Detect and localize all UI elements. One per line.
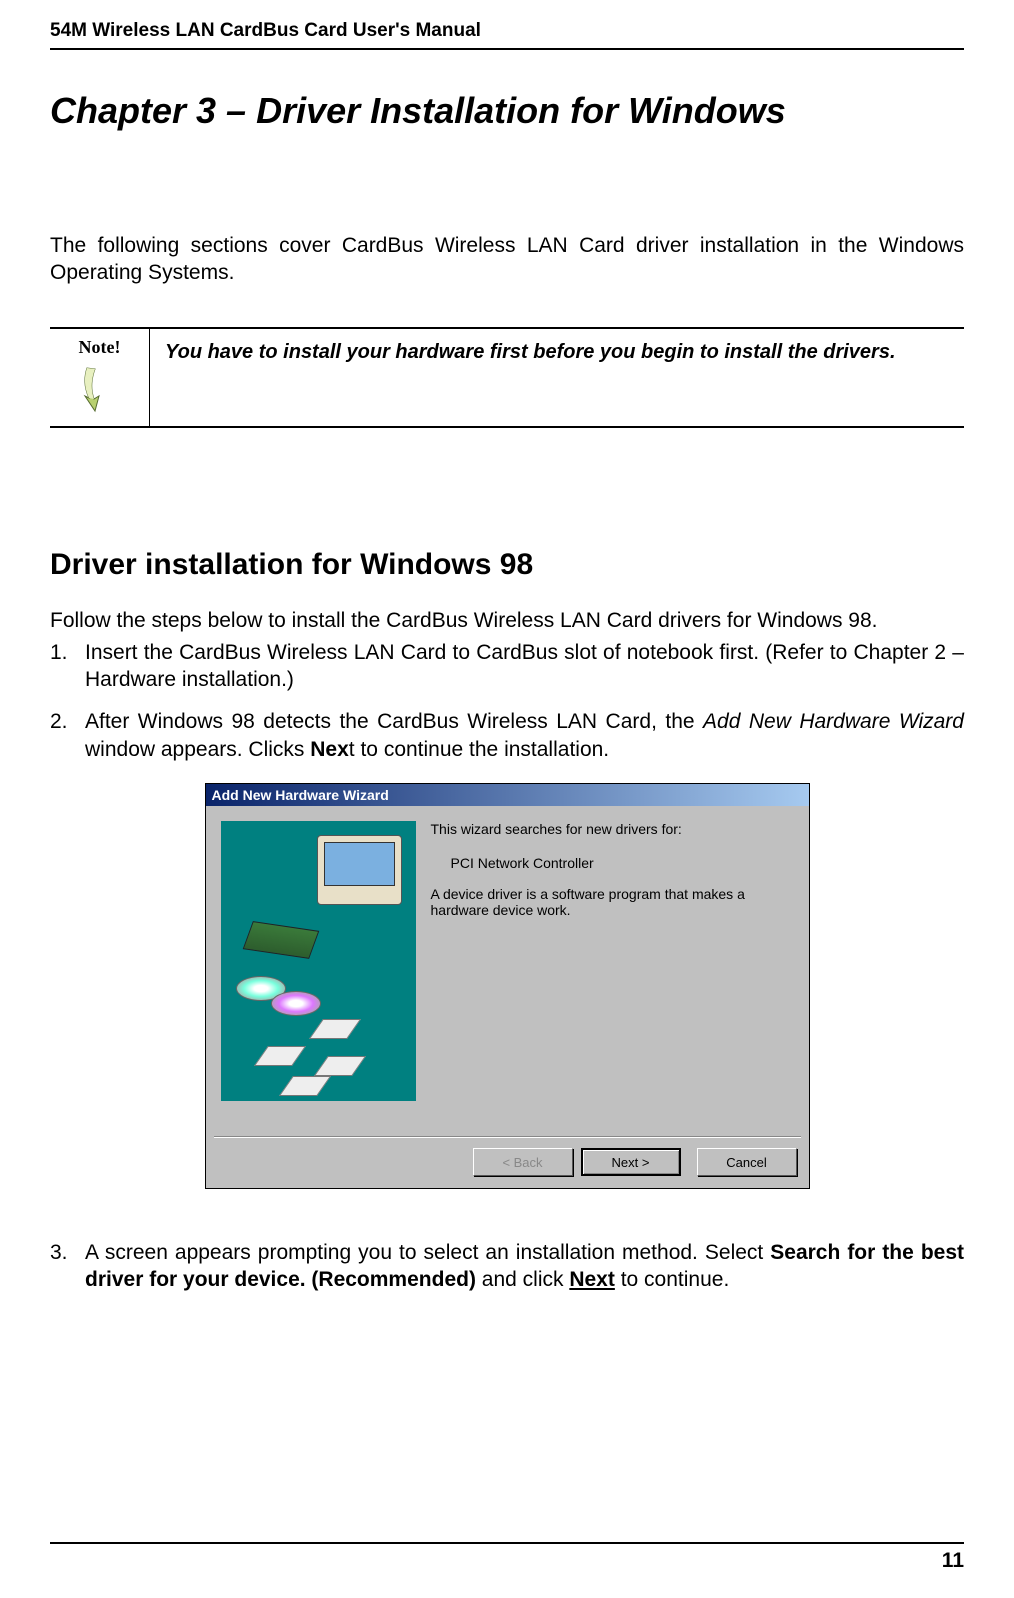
pci-card-icon	[242, 921, 319, 959]
note-arrow-icon	[77, 363, 122, 418]
header-title: 54M Wireless LAN CardBus Card User's Man…	[50, 20, 481, 41]
chapter-title: Chapter 3 – Driver Installation for Wind…	[50, 90, 964, 132]
floppy-icon	[313, 1056, 365, 1076]
step-text: Insert the CardBus Wireless LAN Card to …	[85, 639, 964, 694]
note-left-cell: Note!	[50, 329, 150, 426]
wizard-body: This wizard searches for new drivers for…	[206, 806, 809, 1136]
step-text: After Windows 98 detects the CardBus Wir…	[85, 708, 964, 763]
step-list-continued: 3. A screen appears prompting you to sel…	[50, 1239, 964, 1294]
wizard-line2: A device driver is a software program th…	[431, 886, 794, 918]
step-number: 1.	[50, 639, 85, 694]
wizard-graphic	[221, 821, 416, 1101]
chapter-intro: The following sections cover CardBus Wir…	[50, 232, 964, 287]
floppy-icon	[253, 1046, 305, 1066]
wizard-screenshot: Add New Hardware Wizard This wizard sear…	[50, 783, 964, 1189]
monitor-icon	[317, 835, 402, 905]
wizard-device-name: PCI Network Controller	[451, 855, 794, 871]
section-title: Driver installation for Windows 98	[50, 548, 964, 582]
cd-icon	[271, 991, 321, 1016]
back-button[interactable]: < Back	[473, 1148, 573, 1176]
step-1: 1. Insert the CardBus Wireless LAN Card …	[50, 639, 964, 694]
step-3: 3. A screen appears prompting you to sel…	[50, 1239, 964, 1294]
step-number: 3.	[50, 1239, 85, 1294]
step-2: 2. After Windows 98 detects the CardBus …	[50, 708, 964, 763]
step-text: A screen appears prompting you to select…	[85, 1239, 964, 1294]
add-new-hardware-wizard-window: Add New Hardware Wizard This wizard sear…	[205, 783, 810, 1189]
step-list: 1. Insert the CardBus Wireless LAN Card …	[50, 639, 964, 763]
wizard-content: This wizard searches for new drivers for…	[431, 821, 794, 1126]
floppy-icon	[278, 1076, 330, 1096]
page-footer: 11	[50, 1542, 964, 1573]
section-intro: Follow the steps below to install the Ca…	[50, 607, 964, 634]
note-box: Note! You have to install your hardware …	[50, 327, 964, 428]
page-header: 54M Wireless LAN CardBus Card User's Man…	[50, 20, 964, 50]
wizard-sidebar-image	[221, 821, 416, 1126]
step-number: 2.	[50, 708, 85, 763]
page-number: 11	[942, 1549, 964, 1572]
wizard-line1: This wizard searches for new drivers for…	[431, 821, 794, 837]
note-text: You have to install your hardware first …	[150, 329, 964, 426]
wizard-button-row: < Back Next > Cancel	[206, 1138, 809, 1188]
floppy-icon	[308, 1019, 360, 1039]
cancel-button[interactable]: Cancel	[697, 1148, 797, 1176]
wizard-titlebar: Add New Hardware Wizard	[206, 784, 809, 806]
note-label: Note!	[55, 337, 144, 358]
next-button[interactable]: Next >	[581, 1148, 681, 1176]
